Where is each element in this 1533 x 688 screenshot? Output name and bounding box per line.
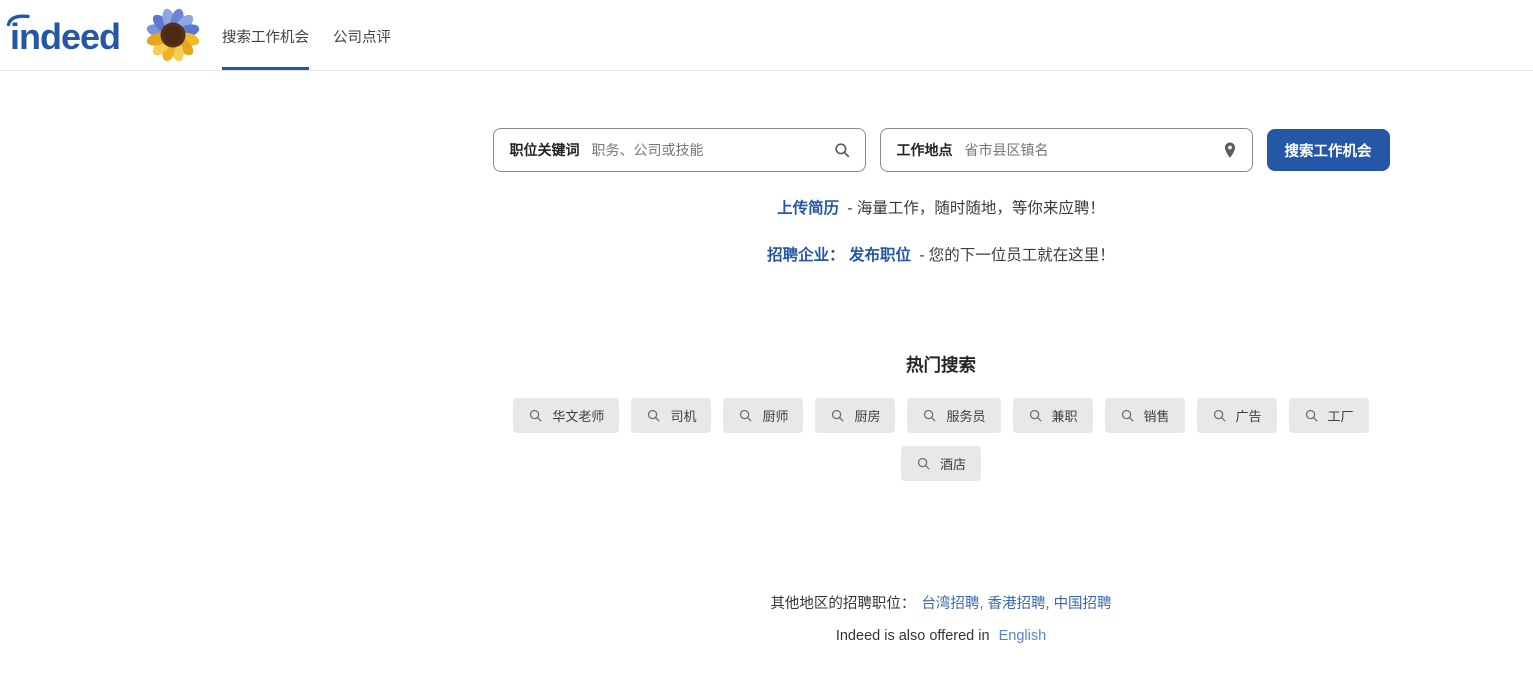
hot-search-chip[interactable]: 司机: [631, 398, 711, 433]
search-icon: [1304, 408, 1319, 423]
main-content: 职位关键词 工作地点 搜索工作机会 上传简历 - 海量工作，随时随地，等你来应聘…: [349, 71, 1533, 644]
hot-search-chip-label: 销售: [1144, 406, 1170, 425]
hot-search-chip-label: 广告: [1236, 406, 1262, 425]
keyword-input[interactable]: [580, 142, 833, 158]
hot-search-chip-label: 兼职: [1052, 406, 1078, 425]
hot-search-chip[interactable]: 广告: [1197, 398, 1277, 433]
main-nav: 搜索工作机会 公司点评: [222, 0, 391, 70]
search-icon: [922, 408, 937, 423]
employer-line: 招聘企业： 发布职位 - 您的下一位员工就在这里！: [767, 243, 1115, 265]
region-link[interactable]: 香港招聘: [988, 592, 1054, 613]
hot-search-chip[interactable]: 工厂: [1289, 398, 1369, 433]
tab-search-jobs-label: 搜索工作机会: [222, 26, 309, 47]
tab-company-reviews-label: 公司点评: [333, 26, 391, 47]
search-icon: [833, 141, 851, 159]
keyword-field: 职位关键词: [493, 128, 866, 172]
search-icon: [1028, 408, 1043, 423]
search-icon: [1212, 408, 1227, 423]
hot-search-chip[interactable]: 兼职: [1013, 398, 1093, 433]
search-icon: [646, 408, 661, 423]
search-icon: [830, 408, 845, 423]
hot-search-chip[interactable]: 酒店: [901, 446, 981, 481]
hot-search-chip-label: 华文老师: [552, 406, 604, 425]
indeed-logo[interactable]: indeed: [10, 15, 120, 55]
employer-prefix: 招聘企业：: [767, 247, 845, 264]
upload-resume-text: - 海量工作，随时随地，等你来应聘！: [847, 200, 1104, 217]
logo-swoosh-icon: [6, 12, 32, 27]
search-icon: [916, 456, 931, 471]
sunflower-icon: [146, 8, 200, 62]
tab-company-reviews[interactable]: 公司点评: [333, 0, 391, 70]
location-pin-icon: [1222, 141, 1238, 160]
search-icon: [528, 408, 543, 423]
hot-search-chip[interactable]: 华文老师: [513, 398, 619, 433]
search-submit-button[interactable]: 搜索工作机会: [1267, 129, 1390, 171]
hot-search-chip[interactable]: 厨师: [723, 398, 803, 433]
hot-search-chip-label: 服务员: [946, 406, 985, 425]
search-bar: 职位关键词 工作地点 搜索工作机会: [493, 128, 1390, 172]
region-links: 台湾招聘 香港招聘 中国招聘: [921, 592, 1111, 613]
hot-search-title: 热门搜索: [906, 352, 976, 377]
hot-search-row-1: 华文老师 司机 厨师: [513, 398, 1368, 433]
search-icon: [1120, 408, 1135, 423]
hot-search-chip[interactable]: 服务员: [907, 398, 1000, 433]
english-link[interactable]: English: [999, 628, 1047, 644]
post-job-link[interactable]: 发布职位: [849, 247, 911, 264]
hot-search-chip-label: 厨师: [762, 406, 788, 425]
header: indeed: [0, 0, 1533, 71]
location-field: 工作地点: [880, 128, 1253, 172]
hot-search-row-2: 酒店: [901, 446, 981, 481]
other-regions-label: 其他地区的招聘职位：: [770, 592, 915, 613]
region-link[interactable]: 台湾招聘: [921, 592, 987, 613]
hot-search-chip-label: 工厂: [1328, 406, 1354, 425]
post-job-text: - 您的下一位员工就在这里！: [919, 247, 1114, 264]
upload-resume-link[interactable]: 上传简历: [777, 200, 839, 217]
upload-resume-line: 上传简历 - 海量工作，随时随地，等你来应聘！: [777, 196, 1105, 218]
region-link[interactable]: 中国招聘: [1054, 592, 1112, 613]
search-icon: [738, 408, 753, 423]
hot-search-chip[interactable]: 销售: [1105, 398, 1185, 433]
location-field-label: 工作地点: [897, 140, 953, 160]
location-input[interactable]: [953, 142, 1222, 158]
offered-in-line: Indeed is also offered in English: [836, 628, 1046, 644]
hot-search-chip-label: 厨房: [854, 406, 880, 425]
hot-search-chip[interactable]: 厨房: [815, 398, 895, 433]
hot-search-chip-label: 酒店: [940, 454, 966, 473]
keyword-field-label: 职位关键词: [510, 140, 580, 160]
offered-in-text: Indeed is also offered in: [836, 628, 990, 644]
hot-search-chip-label: 司机: [670, 406, 696, 425]
other-regions-line: 其他地区的招聘职位： 台湾招聘 香港招聘 中国招聘: [770, 592, 1111, 613]
tab-search-jobs[interactable]: 搜索工作机会: [222, 0, 309, 70]
